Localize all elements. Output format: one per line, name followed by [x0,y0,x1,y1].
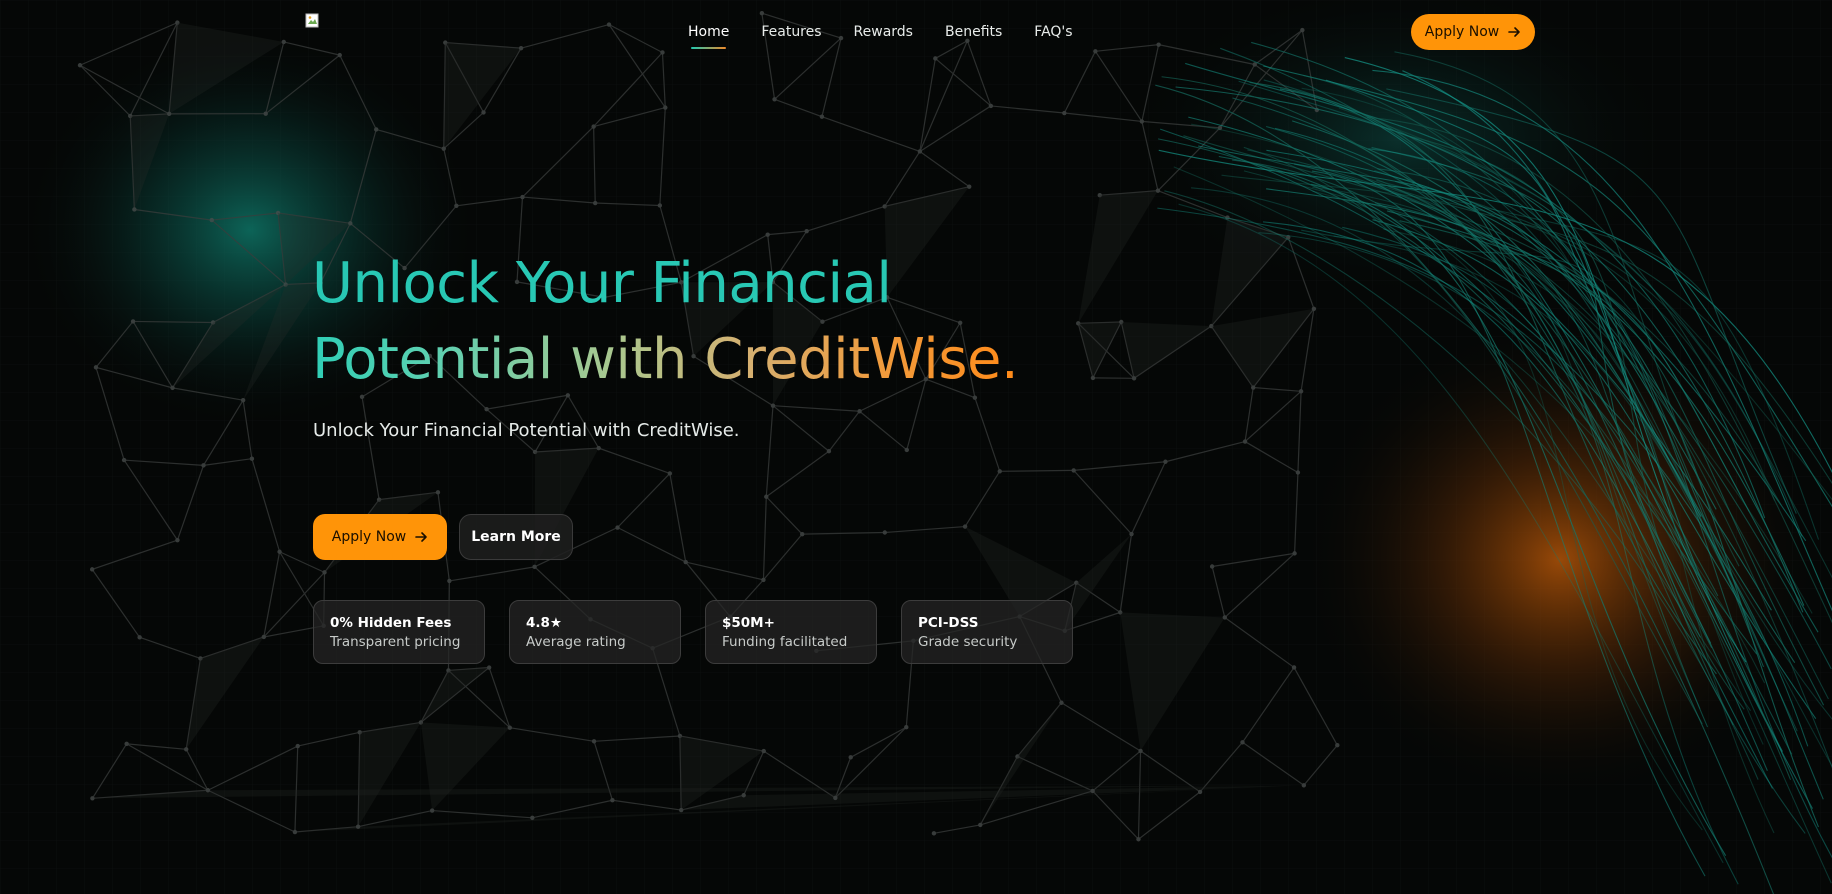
header-apply-now-button[interactable]: Apply Now [1411,14,1535,50]
hero-title: Unlock Your Financial Potential with Cre… [312,246,1019,398]
logo-broken-image-icon[interactable] [305,13,321,29]
stat-value: 0% Hidden Fees [330,615,452,631]
main-nav: Home Features Rewards Benefits FAQ's [688,22,1105,49]
nav-item-faqs[interactable]: FAQ's [1034,22,1072,42]
stat-value: PCI-DSS [918,615,979,631]
nav-item-features[interactable]: Features [761,22,821,42]
stat-value: 4.8★ [526,615,563,631]
hero-apply-now-label: Apply Now [331,529,407,545]
background-network-graphic [0,0,1832,894]
stat-card-rating: 4.8★ Average rating [509,600,681,664]
hero-section: Home Features Rewards Benefits FAQ's App… [0,0,1832,894]
stats-row: 0% Hidden Fees Transparent pricing 4.8★ … [313,600,1073,664]
hero-title-line-1: Unlock Your Financial [312,251,892,316]
hero-apply-now-button[interactable]: Apply Now [313,514,447,560]
stat-card-hidden-fees: 0% Hidden Fees Transparent pricing [313,600,485,664]
nav-item-rewards[interactable]: Rewards [854,22,913,42]
arrow-right-icon [415,532,428,542]
stat-label: Grade security [918,634,1018,650]
hero-title-line-2: Potential with CreditWise. [312,322,1019,398]
nav-item-benefits[interactable]: Benefits [945,22,1002,42]
stat-card-funding: $50M+ Funding facilitated [705,600,877,664]
stat-label: Transparent pricing [330,634,461,650]
arrow-right-icon [1508,27,1521,37]
stat-label: Average rating [526,634,626,650]
learn-more-button[interactable]: Learn More [459,514,573,560]
stat-value: $50M+ [722,615,775,631]
nav-item-home[interactable]: Home [688,22,729,49]
hero-subtitle: Unlock Your Financial Potential with Cre… [313,420,740,441]
stat-card-security: PCI-DSS Grade security [901,600,1073,664]
header-apply-now-label: Apply Now [1424,24,1500,40]
hero-cta-row: Apply Now Learn More [313,514,573,560]
stat-label: Funding facilitated [722,634,848,650]
